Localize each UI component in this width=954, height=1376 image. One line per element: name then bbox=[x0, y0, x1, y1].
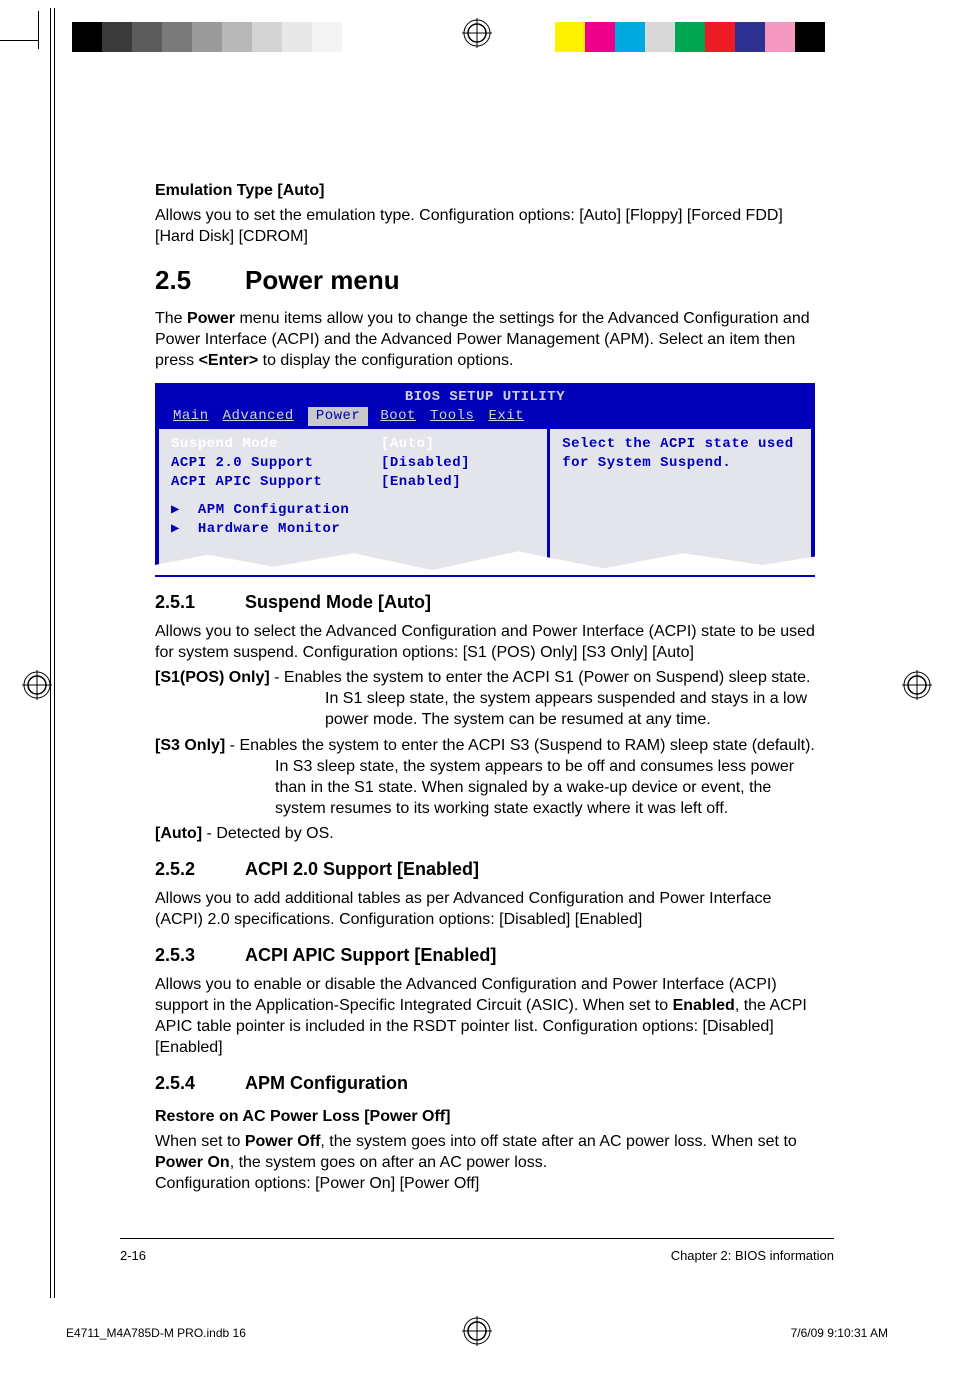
crop-marks bbox=[0, 0, 954, 56]
restore-body: When set to Power Off, the system goes i… bbox=[155, 1131, 815, 1194]
chapter-label: Chapter 2: BIOS information bbox=[671, 1248, 834, 1263]
bios-option-row[interactable]: Suspend Mode[Auto] bbox=[171, 435, 535, 454]
bios-title: BIOS SETUP UTILITY bbox=[159, 387, 811, 407]
section-2-5-4-heading: 2.5.4APM Configuration bbox=[155, 1072, 815, 1096]
bios-screenshot: BIOS SETUP UTILITY MainAdvancedPower Boot… bbox=[155, 383, 815, 577]
bios-menu-advanced[interactable]: Advanced bbox=[223, 407, 308, 426]
section-2-5-heading: 2.5Power menu bbox=[155, 263, 815, 297]
restore-heading: Restore on AC Power Loss [Power Off] bbox=[155, 1106, 815, 1127]
bios-options-pane: Suspend Mode[Auto]ACPI 2.0 Support[Disab… bbox=[159, 429, 550, 573]
page-number: 2-16 bbox=[120, 1248, 146, 1263]
bios-submenu-item[interactable]: ▶ APM Configuration bbox=[171, 501, 535, 520]
bios-menu-bar: MainAdvancedPower BootToolsExit bbox=[159, 407, 811, 429]
bios-menu-exit[interactable]: Exit bbox=[488, 407, 538, 426]
bios-menu-tools[interactable]: Tools bbox=[430, 407, 489, 426]
binding-guide bbox=[50, 8, 51, 1298]
grayscale-bar bbox=[72, 22, 372, 52]
section-2-5-2-heading: 2.5.2ACPI 2.0 Support [Enabled] bbox=[155, 858, 815, 882]
s252-body: Allows you to add additional tables as p… bbox=[155, 888, 815, 930]
s251-intro: Allows you to select the Advanced Config… bbox=[155, 621, 815, 663]
bios-help-pane: Select the ACPI state used for System Su… bbox=[550, 429, 811, 573]
footer-rule bbox=[120, 1238, 834, 1239]
bios-menu-boot[interactable]: Boot bbox=[380, 407, 430, 426]
s253-body: Allows you to enable or disable the Adva… bbox=[155, 974, 815, 1058]
section-2-5-intro: The Power menu items allow you to change… bbox=[155, 308, 815, 371]
crop-corner-tl bbox=[0, 0, 60, 60]
emulation-type-heading: Emulation Type [Auto] bbox=[155, 180, 815, 201]
section-2-5-1-heading: 2.5.1Suspend Mode [Auto] bbox=[155, 591, 815, 615]
binding-guide bbox=[54, 8, 55, 1298]
bios-option-row[interactable]: ACPI 2.0 Support[Disabled] bbox=[171, 454, 535, 473]
bios-option-row[interactable]: ACPI APIC Support[Enabled] bbox=[171, 473, 535, 492]
emulation-type-body: Allows you to set the emulation type. Co… bbox=[155, 205, 815, 247]
color-bar bbox=[525, 22, 825, 52]
bios-submenu-item[interactable]: ▶ Hardware Monitor bbox=[171, 520, 535, 539]
registration-mark-icon bbox=[462, 1316, 492, 1346]
registration-mark-icon bbox=[22, 670, 52, 700]
registration-mark-icon bbox=[462, 18, 492, 48]
bios-menu-main[interactable]: Main bbox=[169, 407, 223, 426]
page-body: Emulation Type [Auto] Allows you to set … bbox=[155, 170, 815, 1198]
print-job-name: E4711_M4A785D-M PRO.indb 16 bbox=[66, 1326, 246, 1340]
section-2-5-3-heading: 2.5.3ACPI APIC Support [Enabled] bbox=[155, 944, 815, 968]
bios-menu-power[interactable]: Power bbox=[308, 407, 369, 426]
print-timestamp: 7/6/09 9:10:31 AM bbox=[791, 1326, 888, 1340]
registration-mark-icon bbox=[902, 670, 932, 700]
s251-options: [S1(POS) Only] - Enables the system to e… bbox=[155, 667, 815, 844]
